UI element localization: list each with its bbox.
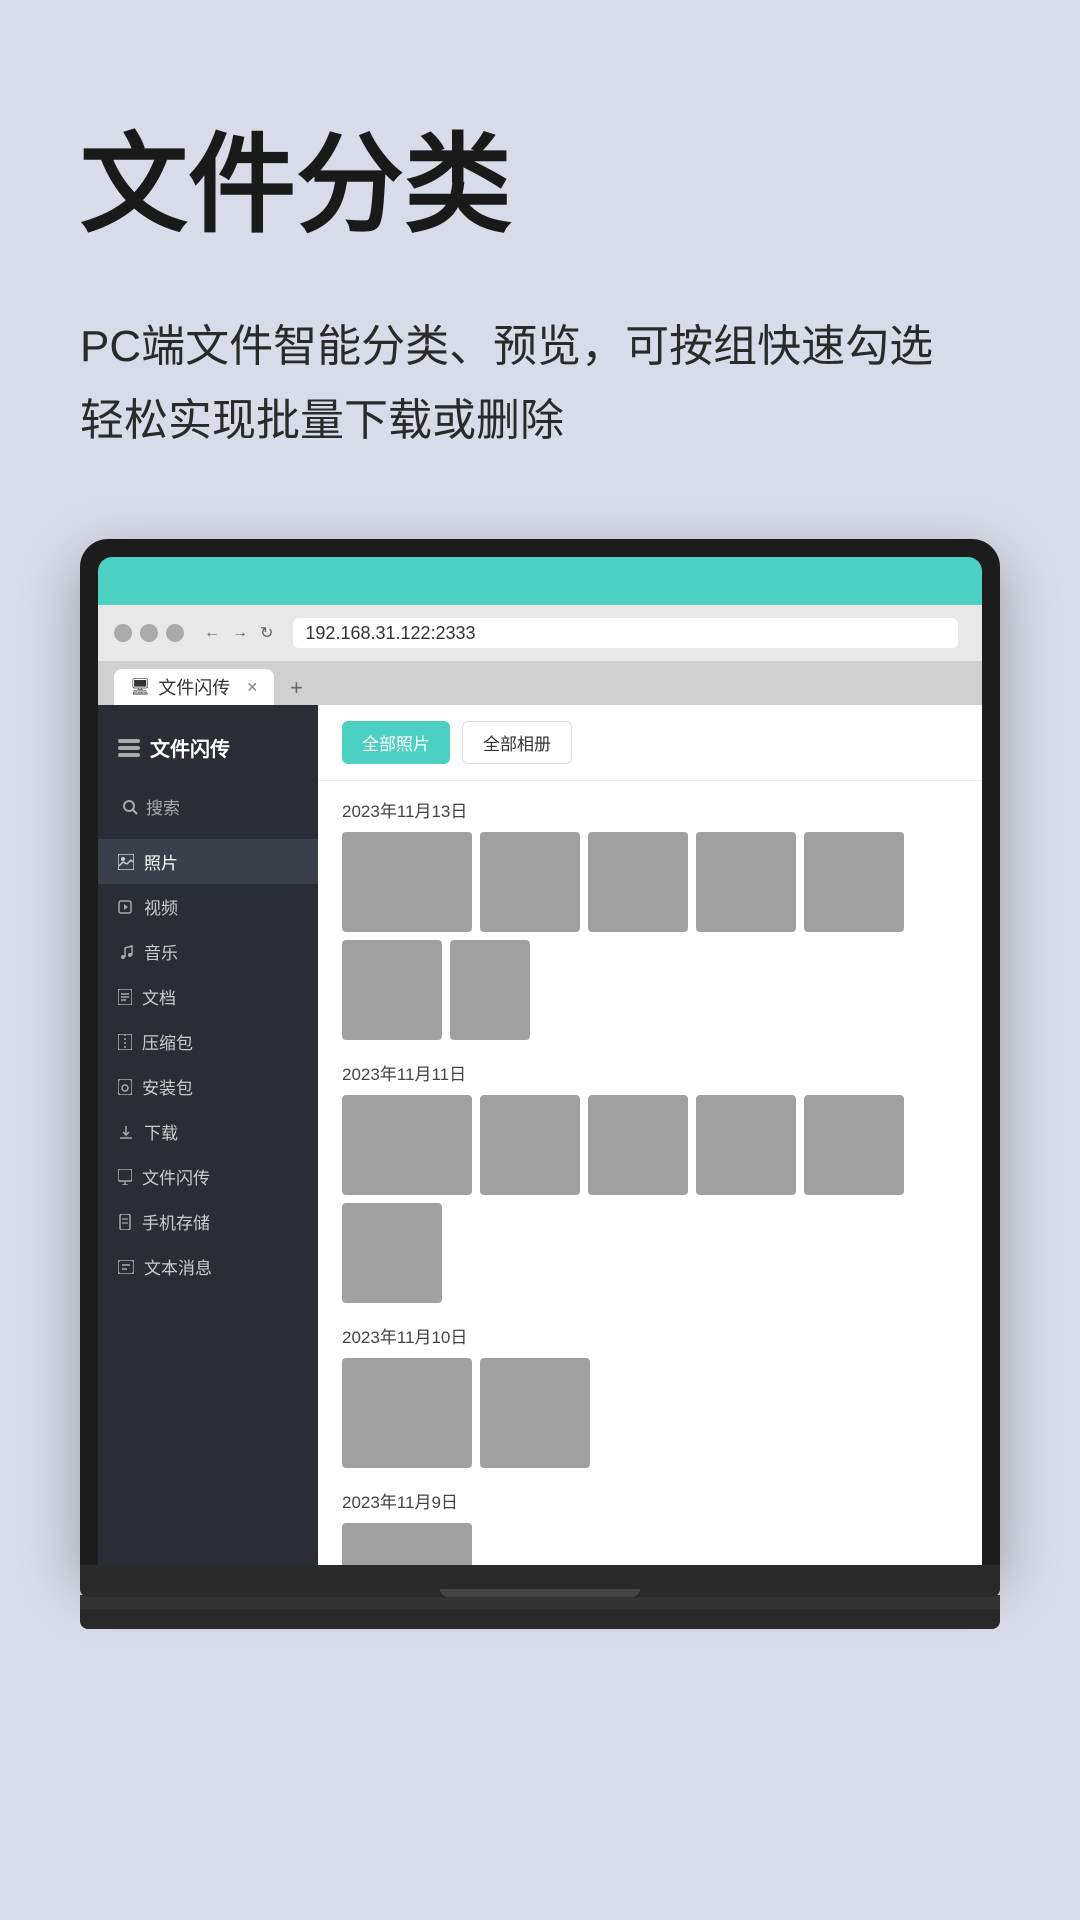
tab-icon: 🖥 bbox=[130, 677, 150, 697]
main-content: 全部照片 全部相册 2023年11月13日 bbox=[318, 705, 982, 1565]
date-label-nov9: 2023年11月9日 bbox=[342, 1488, 958, 1513]
laptop-mockup: ← → ↻ 192.168.31.122:2333 🖥 文件闪传 ✕ bbox=[80, 539, 1000, 1629]
nav-flash-label: 文件闪传 bbox=[142, 1164, 210, 1189]
sidebar-item-storage[interactable]: 手机存储 bbox=[98, 1199, 318, 1244]
date-group-nov13: 2023年11月13日 bbox=[342, 797, 958, 1040]
thumb[interactable] bbox=[696, 1095, 796, 1195]
nav-music-label: 音乐 bbox=[144, 939, 178, 964]
photos-icon bbox=[118, 854, 134, 870]
nav-back: ← bbox=[200, 624, 224, 642]
sidebar-title: 文件闪传 bbox=[150, 733, 230, 762]
flash-icon bbox=[118, 1169, 132, 1185]
browser-url-bar[interactable]: 192.168.31.122:2333 bbox=[293, 618, 958, 648]
page-description: PC端文件智能分类、预览，可按组快速勾选 轻松实现批量下载或删除 bbox=[80, 310, 1000, 460]
browser-btn-1 bbox=[114, 624, 132, 642]
browser-nav: ← → ↻ bbox=[200, 623, 277, 643]
tab-label: 文件闪传 bbox=[158, 674, 230, 700]
description-line1: PC端文件智能分类、预览，可按组快速勾选 bbox=[80, 322, 933, 371]
storage-icon bbox=[118, 1214, 132, 1230]
text-icon bbox=[118, 1260, 134, 1274]
photo-row-nov9 bbox=[342, 1523, 958, 1565]
app-layout: 文件闪传 搜索 bbox=[98, 705, 982, 1565]
browser-btn-2 bbox=[140, 624, 158, 642]
page-title: 文件分类 bbox=[80, 120, 1000, 250]
date-group-nov10: 2023年11月10日 bbox=[342, 1323, 958, 1468]
sidebar-item-apk[interactable]: 安装包 bbox=[98, 1064, 318, 1109]
thumb[interactable] bbox=[588, 832, 688, 932]
thumb[interactable] bbox=[804, 1095, 904, 1195]
thumb[interactable] bbox=[342, 832, 472, 932]
thumb[interactable] bbox=[804, 832, 904, 932]
nav-text-label: 文本消息 bbox=[144, 1254, 212, 1279]
photo-row-nov13 bbox=[342, 832, 958, 1040]
browser-bar: ← → ↻ 192.168.31.122:2333 bbox=[98, 605, 982, 661]
photo-row-nov10 bbox=[342, 1358, 958, 1468]
app-header-bar bbox=[98, 557, 982, 605]
music-icon bbox=[118, 944, 134, 960]
sidebar-item-zip[interactable]: 压缩包 bbox=[98, 1019, 318, 1064]
laptop-foot bbox=[80, 1609, 1000, 1629]
thumb[interactable] bbox=[342, 1523, 472, 1565]
url-text: 192.168.31.122:2333 bbox=[305, 623, 475, 644]
videos-icon bbox=[118, 899, 134, 915]
thumb[interactable] bbox=[450, 940, 530, 1040]
laptop-outer: ← → ↻ 192.168.31.122:2333 🖥 文件闪传 ✕ bbox=[80, 539, 1000, 1565]
browser-tab-active[interactable]: 🖥 文件闪传 ✕ bbox=[114, 669, 274, 705]
thumb[interactable] bbox=[588, 1095, 688, 1195]
sidebar-item-docs[interactable]: 文档 bbox=[98, 974, 318, 1019]
sidebar-item-music[interactable]: 音乐 bbox=[98, 929, 318, 974]
search-icon bbox=[122, 799, 138, 815]
thumb[interactable] bbox=[480, 1095, 580, 1195]
sidebar-header: 文件闪传 bbox=[98, 721, 318, 782]
date-label-nov10: 2023年11月10日 bbox=[342, 1323, 958, 1348]
sidebar-logo-icon bbox=[118, 739, 140, 757]
tab-new-button[interactable]: + bbox=[282, 671, 311, 705]
sidebar-item-photos[interactable]: 照片 bbox=[98, 839, 318, 884]
thumb[interactable] bbox=[480, 832, 580, 932]
laptop-base bbox=[80, 1565, 1000, 1597]
tab-close-icon[interactable]: ✕ bbox=[246, 679, 258, 696]
nav-docs-label: 文档 bbox=[142, 984, 176, 1009]
apk-icon bbox=[118, 1079, 132, 1095]
nav-storage-label: 手机存储 bbox=[142, 1209, 210, 1234]
btn-all-albums[interactable]: 全部相册 bbox=[462, 721, 572, 764]
nav-apk-label: 安装包 bbox=[142, 1074, 193, 1099]
thumb[interactable] bbox=[696, 832, 796, 932]
description-line2: 轻松实现批量下载或删除 bbox=[80, 396, 564, 445]
thumb[interactable] bbox=[342, 1095, 472, 1195]
thumb[interactable] bbox=[342, 1358, 472, 1468]
nav-videos-label: 视频 bbox=[144, 894, 178, 919]
page-container: 文件分类 PC端文件智能分类、预览，可按组快速勾选 轻松实现批量下载或删除 ← … bbox=[0, 0, 1080, 1920]
thumb[interactable] bbox=[342, 1203, 442, 1303]
laptop-screen-bezel: ← → ↻ 192.168.31.122:2333 🖥 文件闪传 ✕ bbox=[98, 557, 982, 1565]
sidebar-item-flash[interactable]: 文件闪传 bbox=[98, 1154, 318, 1199]
date-group-nov11: 2023年11月11日 bbox=[342, 1060, 958, 1303]
nav-download-label: 下载 bbox=[144, 1119, 178, 1144]
date-group-nov9: 2023年11月9日 bbox=[342, 1488, 958, 1565]
nav-forward: → bbox=[228, 624, 252, 642]
date-label-nov13: 2023年11月13日 bbox=[342, 797, 958, 822]
download-icon bbox=[118, 1124, 134, 1140]
btn-all-photos[interactable]: 全部照片 bbox=[342, 721, 450, 764]
sidebar: 文件闪传 搜索 bbox=[98, 705, 318, 1565]
nav-photos-label: 照片 bbox=[144, 849, 178, 874]
sidebar-item-videos[interactable]: 视频 bbox=[98, 884, 318, 929]
browser-tab-bar: 🖥 文件闪传 ✕ + bbox=[98, 661, 982, 705]
sidebar-item-download[interactable]: 下载 bbox=[98, 1109, 318, 1154]
photo-grid-area[interactable]: 2023年11月13日 bbox=[318, 781, 982, 1565]
search-label: 搜索 bbox=[146, 794, 180, 819]
sidebar-item-text[interactable]: 文本消息 bbox=[98, 1244, 318, 1289]
nav-reload: ↻ bbox=[256, 623, 277, 643]
sidebar-search-row: 搜索 bbox=[98, 782, 318, 839]
photo-row-nov11 bbox=[342, 1095, 958, 1303]
thumb[interactable] bbox=[342, 940, 442, 1040]
laptop-stand bbox=[80, 1595, 1000, 1609]
browser-btn-3 bbox=[166, 624, 184, 642]
thumb[interactable] bbox=[480, 1358, 590, 1468]
content-toolbar: 全部照片 全部相册 bbox=[318, 705, 982, 781]
docs-icon bbox=[118, 989, 132, 1005]
nav-zip-label: 压缩包 bbox=[142, 1029, 193, 1054]
date-label-nov11: 2023年11月11日 bbox=[342, 1060, 958, 1085]
zip-icon bbox=[118, 1034, 132, 1050]
